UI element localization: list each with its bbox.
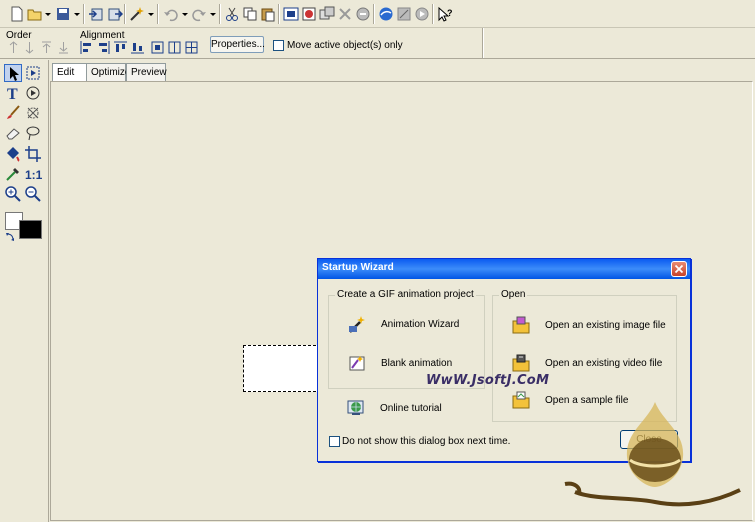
align-top-icon[interactable] (114, 41, 127, 54)
svg-text:T: T (7, 86, 18, 102)
save-icon[interactable] (55, 6, 71, 22)
cut-icon[interactable] (224, 6, 240, 22)
fit-icon[interactable] (283, 6, 299, 22)
swap-colors-icon[interactable] (5, 232, 15, 242)
redo-dropdown-icon[interactable] (210, 13, 216, 16)
optimize-icon[interactable] (396, 6, 412, 22)
view-icon[interactable] (414, 6, 430, 22)
create-group-label: Create a GIF animation project (335, 289, 476, 300)
open-video-icon (511, 353, 531, 373)
move-active-checkbox[interactable] (273, 40, 284, 51)
zoom-out-icon[interactable] (24, 185, 42, 203)
import-icon[interactable] (88, 6, 104, 22)
decorative-logo (560, 392, 750, 517)
open-sample-icon (511, 390, 531, 410)
delete-icon[interactable] (301, 6, 317, 22)
align-right-icon[interactable] (97, 41, 110, 54)
send-backward-icon[interactable] (23, 41, 36, 54)
open-image-label: Open an existing image file (545, 320, 666, 331)
bring-to-front-icon[interactable] (40, 41, 53, 54)
open-group-label: Open (499, 289, 528, 300)
alignment-label: Alignment (80, 30, 125, 41)
center-both-icon[interactable] (185, 41, 198, 54)
dont-show-checkbox[interactable] (329, 436, 340, 447)
zoom-in-icon[interactable] (4, 185, 22, 203)
bring-forward-icon[interactable] (7, 41, 20, 54)
order-label: Order (6, 30, 32, 41)
copy-icon[interactable] (242, 6, 258, 22)
text-tool-icon[interactable]: T (4, 84, 22, 102)
send-to-back-icon[interactable] (57, 41, 70, 54)
redo-icon[interactable] (191, 6, 207, 22)
export-icon[interactable] (107, 6, 123, 22)
undo-dropdown-icon[interactable] (182, 13, 188, 16)
open-icon[interactable] (27, 6, 43, 22)
dialog-title: Startup Wizard (322, 262, 394, 273)
lasso-tool-icon[interactable] (24, 104, 42, 122)
tool-panel: T 1:1 (0, 60, 49, 522)
properties-button[interactable]: Properties... (210, 36, 265, 53)
order-alignment-bar: Order Alignment Properties... Move activ… (0, 28, 755, 59)
wizard-dropdown-icon[interactable] (148, 13, 154, 16)
open-video-label: Open an existing video file (545, 358, 663, 369)
lasso2-tool-icon[interactable] (24, 124, 42, 142)
watermark-text: WwW.JsoftJ.CoM (426, 373, 550, 388)
save-dropdown-icon[interactable] (74, 13, 80, 16)
clear-icon[interactable] (337, 6, 353, 22)
wand-icon (347, 314, 367, 334)
main-toolbar: ? (0, 0, 755, 28)
blank-animation-icon (347, 353, 367, 373)
wizard-icon[interactable] (129, 6, 145, 22)
brush-tool-icon[interactable] (4, 104, 22, 122)
crop-icon[interactable] (355, 6, 371, 22)
blank-animation-label: Blank animation (381, 358, 453, 369)
svg-text:?: ? (447, 8, 453, 18)
paste-icon[interactable] (260, 6, 276, 22)
globe-icon (346, 398, 366, 418)
tab-optimize[interactable]: Optimize (86, 63, 130, 81)
align-bottom-icon[interactable] (131, 41, 144, 54)
center-horizontal-icon[interactable] (151, 41, 164, 54)
image-frame[interactable] (243, 345, 321, 392)
undo-icon[interactable] (163, 6, 179, 22)
marquee-tool-icon[interactable] (24, 64, 42, 82)
crop-tool-icon[interactable] (24, 145, 42, 163)
open-image-icon (511, 315, 531, 335)
align-left-icon[interactable] (80, 41, 93, 54)
animation-wizard-label: Animation Wizard (381, 319, 460, 330)
dialog-titlebar[interactable]: Startup Wizard (318, 259, 690, 279)
select-tool-icon[interactable] (4, 64, 22, 82)
dont-show-label: Do not show this dialog box next time. (342, 436, 511, 447)
eyedropper-tool-icon[interactable] (4, 165, 22, 183)
actual-size-tool-icon[interactable]: 1:1 (24, 165, 42, 183)
help-icon[interactable]: ? (437, 6, 453, 22)
online-tutorial-label: Online tutorial (380, 403, 442, 414)
center-vertical-icon[interactable] (168, 41, 181, 54)
eraser-tool-icon[interactable] (4, 124, 22, 142)
fill-tool-icon[interactable] (4, 145, 22, 163)
merge-icon[interactable] (319, 6, 335, 22)
close-icon[interactable] (671, 261, 687, 277)
open-dropdown-icon[interactable] (45, 13, 51, 16)
new-icon[interactable] (9, 6, 25, 22)
preview-icon[interactable] (378, 6, 394, 22)
play-tool-icon[interactable] (24, 84, 42, 102)
background-color-swatch[interactable] (19, 220, 42, 239)
move-active-label: Move active object(s) only (287, 40, 403, 51)
svg-text:1:1: 1:1 (25, 168, 42, 182)
tab-edit[interactable]: Edit (52, 63, 88, 82)
tab-preview[interactable]: Preview (126, 63, 167, 81)
